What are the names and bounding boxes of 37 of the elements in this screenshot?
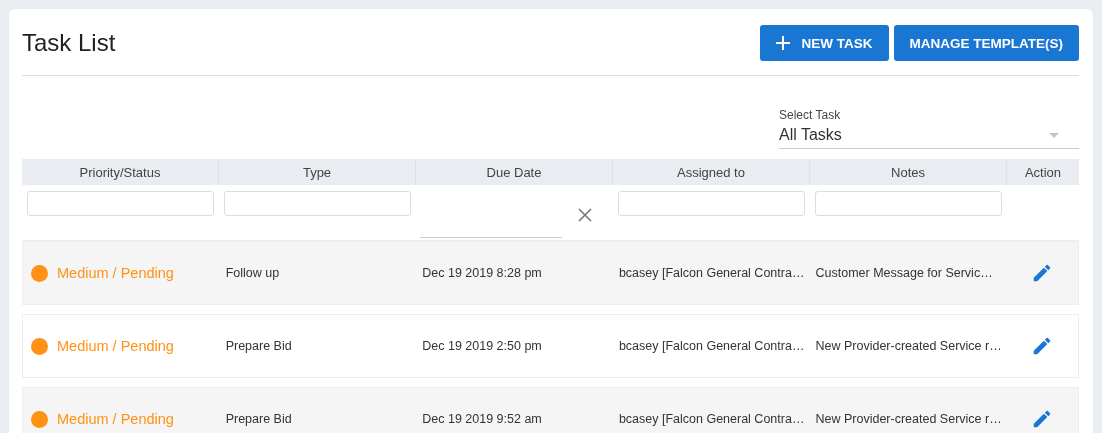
column-header: Type — [219, 159, 416, 185]
new-task-button[interactable]: NEW TASK — [759, 25, 889, 61]
task-type: Follow up — [225, 266, 280, 280]
task-notes: Customer Message for Servic… — [815, 266, 993, 280]
task-row[interactable]: Medium / Pending Follow up Dec 19 2019 8:28 pm bcasey [Falcon General Contra… Customer Message for Servic… — [22, 241, 1079, 305]
due-date: Dec 19 2019 8:28 pm — [422, 266, 542, 280]
filter-field[interactable] — [815, 191, 1002, 216]
assigned-to: bcasey [Falcon General Contra… — [618, 412, 805, 426]
manage-templates-button[interactable]: MANAGE TEMPLATE(S) — [893, 25, 1079, 61]
select-task-dropdown[interactable]: Select Task All Tasks — [779, 104, 1079, 149]
task-notes: New Provider-created Service r… — [815, 412, 1002, 426]
close-icon[interactable] — [578, 208, 592, 222]
filter-field[interactable] — [618, 191, 805, 216]
column-header: Due Date — [416, 159, 613, 185]
task-row[interactable]: Medium / Pending Prepare Bid Dec 19 2019 2:50 pm bcasey [Falcon General Contra… New Provider-created Service r… — [22, 314, 1079, 378]
assigned-to: bcasey [Falcon General Contra… — [618, 339, 805, 353]
filter-field[interactable] — [27, 191, 214, 216]
assigned-to: bcasey [Falcon General Contra… — [618, 266, 805, 280]
task-type: Prepare Bid — [225, 412, 292, 426]
task-notes: New Provider-created Service r… — [815, 339, 1002, 353]
column-header: Notes — [810, 159, 1007, 185]
caret-icon — [1049, 132, 1059, 138]
select-label: Select Task — [779, 108, 841, 122]
task-row[interactable]: Medium / Pending Prepare Bid Dec 19 2019 9:52 am bcasey [Falcon General Contra… New Provider-created Service r… — [22, 387, 1079, 433]
task-type: Prepare Bid — [225, 339, 292, 353]
filter-field[interactable] — [224, 191, 411, 216]
due-date: Dec 19 2019 9:52 am — [422, 412, 542, 426]
select-value: All Tasks — [779, 126, 842, 144]
column-header: Priority/Status — [22, 159, 219, 185]
priority-status: Medium / Pending — [57, 411, 174, 427]
priority-status: Medium / Pending — [57, 265, 174, 281]
page-title: Task List — [22, 29, 116, 57]
column-header: Action — [1023, 163, 1063, 182]
column-header: Assigned to — [613, 159, 810, 185]
plus-icon — [775, 36, 790, 50]
due-date: Dec 19 2019 2:50 pm — [422, 339, 542, 353]
priority-status: Medium / Pending — [57, 338, 174, 354]
